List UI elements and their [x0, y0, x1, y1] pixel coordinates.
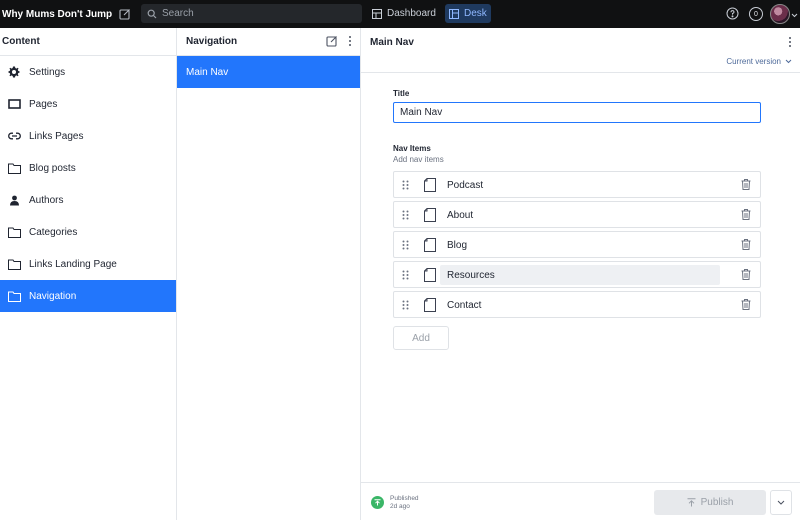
- page-icon: [7, 97, 21, 111]
- search-bar[interactable]: [141, 4, 362, 23]
- content-pane-title: Content: [0, 28, 176, 56]
- document-header: Main Nav: [361, 28, 800, 56]
- trash-icon[interactable]: [741, 179, 751, 193]
- document-footer: Published 2d ago Publish: [361, 482, 800, 520]
- nav-item-label[interactable]: About: [440, 205, 720, 225]
- sidebar-item-label: Categories: [29, 226, 78, 238]
- person-icon: [7, 193, 21, 207]
- sidebar-item-label: Links Pages: [29, 130, 84, 142]
- sidebar-item-label: Settings: [29, 66, 66, 78]
- chevron-down-icon[interactable]: [791, 10, 798, 21]
- navigation-pane-title: Navigation: [186, 36, 238, 47]
- published-status-icon: [371, 496, 384, 509]
- trash-icon[interactable]: [741, 299, 751, 313]
- nav-item-row[interactable]: Blog: [393, 231, 761, 258]
- nav-items-description: Add nav items: [393, 155, 444, 164]
- divider: [361, 72, 800, 73]
- trash-icon[interactable]: [741, 209, 751, 223]
- version-selector[interactable]: Current version: [726, 57, 792, 66]
- publish-button[interactable]: Publish: [654, 490, 766, 515]
- folder-icon: [7, 257, 21, 271]
- link-icon: [7, 129, 21, 143]
- sidebar-item-navigation[interactable]: Navigation: [0, 280, 176, 312]
- document-icon: [424, 267, 436, 282]
- gear-icon: [7, 65, 21, 79]
- dashboard-icon: [372, 8, 382, 19]
- sidebar-item-pages[interactable]: Pages: [0, 88, 176, 120]
- document-title: Main Nav: [370, 36, 414, 48]
- drag-handle-icon[interactable]: [402, 270, 414, 280]
- compose-icon[interactable]: [115, 4, 135, 24]
- trash-icon[interactable]: [741, 239, 751, 253]
- desk-tool[interactable]: Desk: [445, 4, 491, 23]
- chevron-down-icon: [777, 500, 785, 505]
- add-nav-item-button[interactable]: Add: [393, 326, 449, 350]
- document-icon: [424, 177, 436, 192]
- help-icon[interactable]: [726, 7, 739, 23]
- title-field[interactable]: [393, 102, 761, 123]
- sidebar-item-label: Pages: [29, 98, 58, 110]
- drag-handle-icon[interactable]: [402, 300, 414, 310]
- notification-badge[interactable]: 0: [749, 7, 763, 21]
- publish-label: Publish: [700, 497, 734, 508]
- more-menu-icon[interactable]: [788, 36, 792, 51]
- trash-icon[interactable]: [741, 269, 751, 283]
- sidebar-item-label: Links Landing Page: [29, 258, 117, 270]
- folder-icon: [7, 289, 21, 303]
- nav-items-label: Nav Items: [393, 144, 431, 153]
- version-label: Current version: [726, 57, 781, 66]
- sidebar-item-authors[interactable]: Authors: [0, 184, 176, 216]
- sidebar-item-categories[interactable]: Categories: [0, 216, 176, 248]
- desk-label: Desk: [464, 8, 487, 19]
- avatar[interactable]: [770, 4, 790, 24]
- sidebar-item-label: Navigation: [29, 290, 77, 302]
- folder-icon: [7, 161, 21, 175]
- sidebar-item-links-pages[interactable]: Links Pages: [0, 120, 176, 152]
- nav-item-label[interactable]: Blog: [440, 235, 720, 255]
- nav-item-label[interactable]: Resources: [440, 265, 720, 285]
- top-bar: Why Mums Don't Jump Dashboard Desk 0: [0, 0, 800, 28]
- nav-item-row[interactable]: About: [393, 201, 761, 228]
- compose-icon[interactable]: [326, 35, 338, 50]
- search-icon: [147, 9, 157, 19]
- nav-item-row[interactable]: Podcast: [393, 171, 761, 198]
- document-pane: Main Nav Current version Title Nav Items…: [361, 28, 800, 520]
- sidebar-item-settings[interactable]: Settings: [0, 56, 176, 88]
- title-field-label: Title: [393, 89, 410, 98]
- nav-item-row[interactable]: Contact: [393, 291, 761, 318]
- document-item-label: Main Nav: [186, 66, 229, 78]
- search-input[interactable]: [162, 8, 342, 19]
- more-menu-icon[interactable]: [348, 35, 352, 50]
- chevron-down-icon: [785, 59, 792, 64]
- sidebar-item-blog-posts[interactable]: Blog posts: [0, 152, 176, 184]
- publish-status-time: 2d ago: [390, 503, 410, 510]
- document-item-main-nav[interactable]: Main Nav: [177, 56, 360, 88]
- folder-icon: [7, 225, 21, 239]
- dashboard-label: Dashboard: [387, 8, 436, 19]
- navigation-pane-header: Navigation: [177, 28, 360, 56]
- navigation-pane: Navigation Main Nav: [177, 28, 361, 520]
- publish-icon: [687, 498, 696, 507]
- document-icon: [424, 237, 436, 252]
- publish-options-button[interactable]: [770, 490, 792, 515]
- desk-icon: [449, 8, 459, 19]
- sidebar-item-label: Authors: [29, 194, 64, 206]
- drag-handle-icon[interactable]: [402, 210, 414, 220]
- project-title[interactable]: Why Mums Don't Jump: [0, 9, 112, 20]
- content-pane: Content Settings Pages Links Pages Blog …: [0, 28, 177, 520]
- dashboard-tool[interactable]: Dashboard: [368, 4, 440, 23]
- nav-item-label[interactable]: Podcast: [440, 175, 720, 195]
- nav-item-label[interactable]: Contact: [440, 295, 720, 315]
- publish-status: Published 2d ago: [390, 495, 419, 511]
- document-icon: [424, 297, 436, 312]
- drag-handle-icon[interactable]: [402, 180, 414, 190]
- publish-status-label: Published: [390, 495, 419, 502]
- document-icon: [424, 207, 436, 222]
- sidebar-item-label: Blog posts: [29, 162, 76, 174]
- drag-handle-icon[interactable]: [402, 240, 414, 250]
- sidebar-item-links-landing-page[interactable]: Links Landing Page: [0, 248, 176, 280]
- nav-item-row[interactable]: Resources: [393, 261, 761, 288]
